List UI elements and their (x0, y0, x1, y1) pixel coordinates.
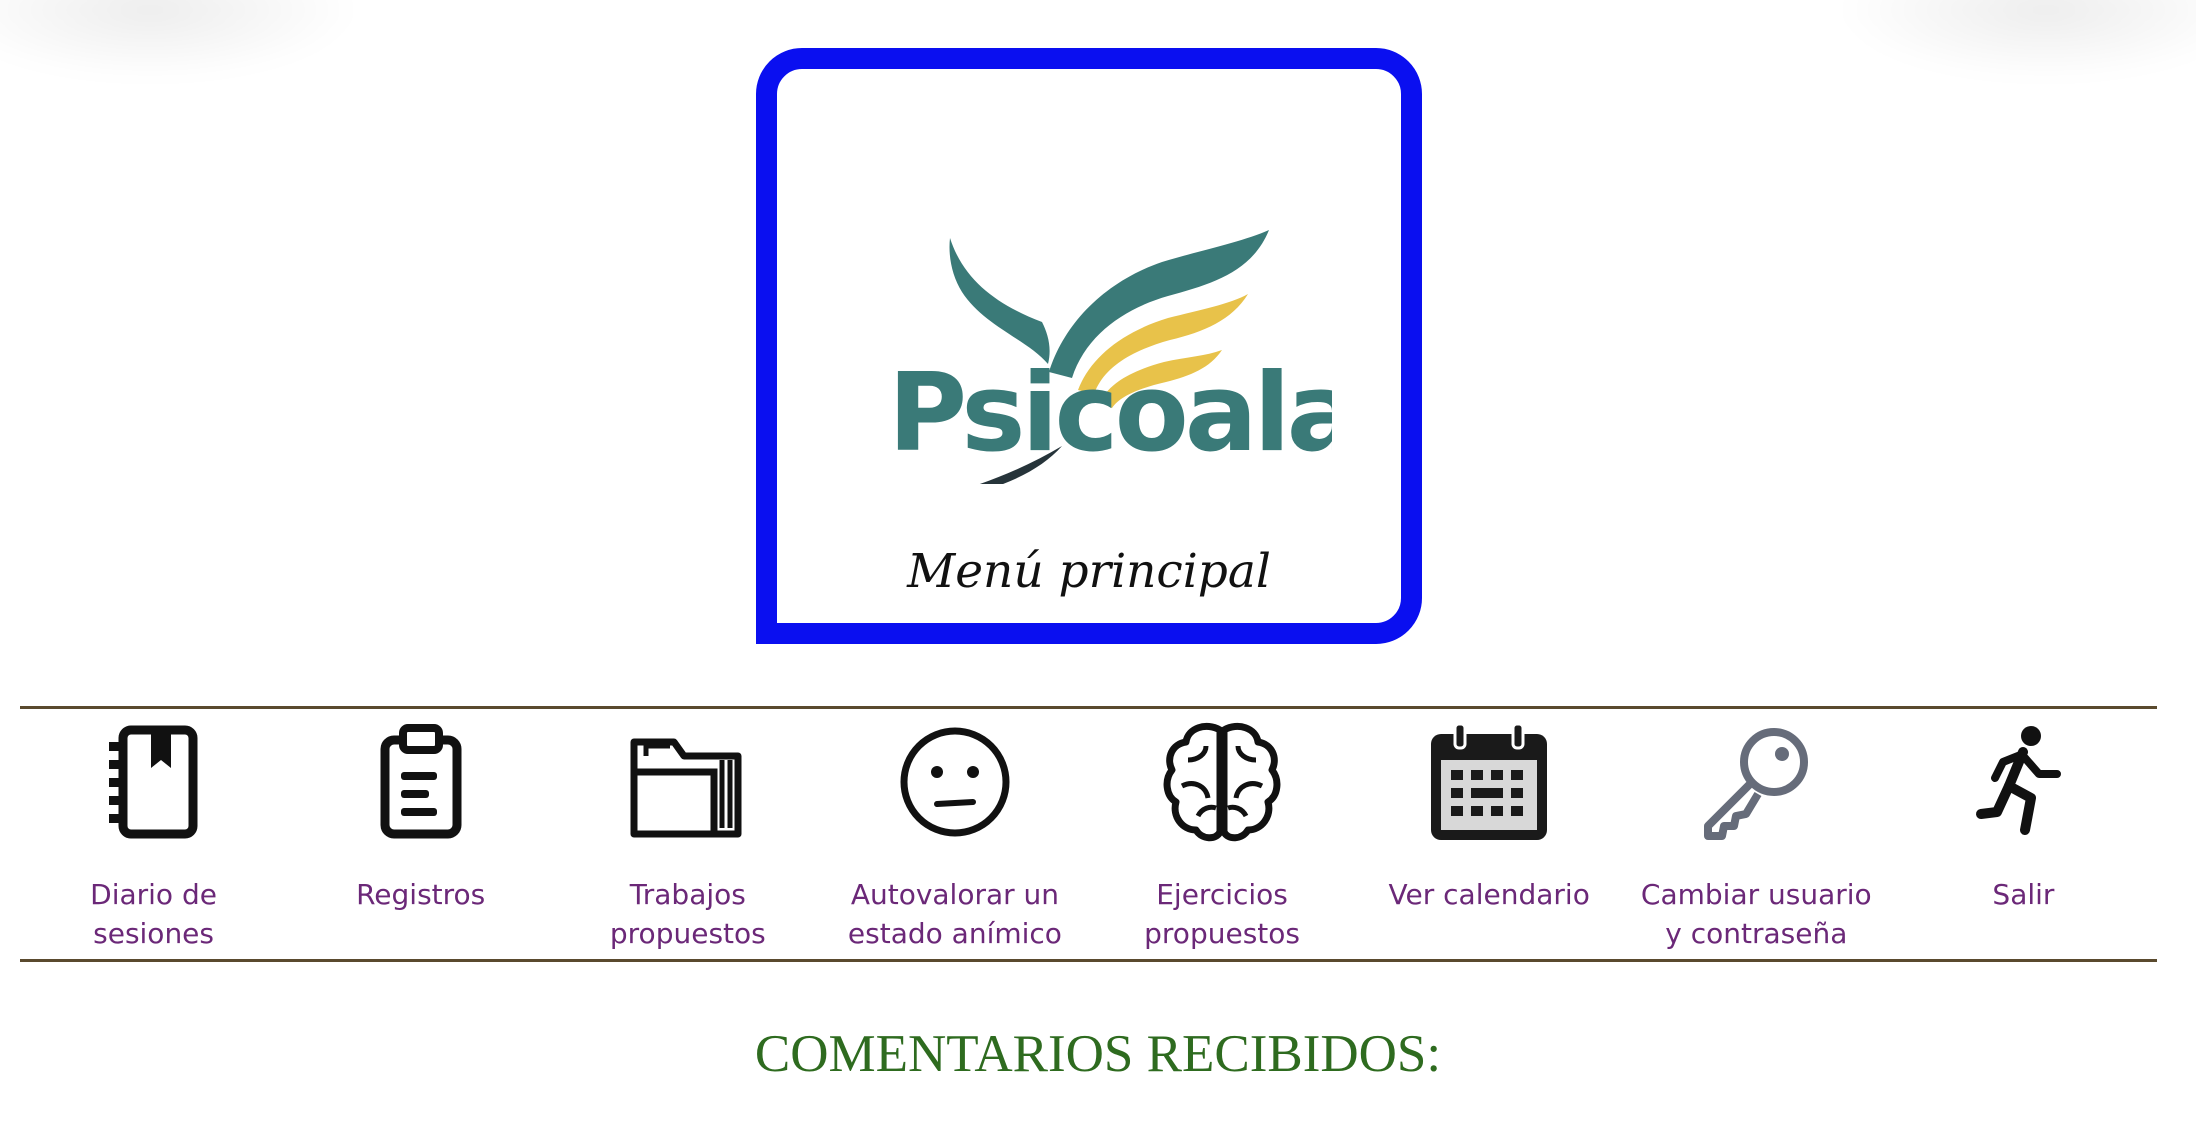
menu-item-cambiar-usuario[interactable]: Cambiar usuario y contraseña (1623, 709, 1890, 959)
svg-text:Psicoalas: Psicoalas (888, 351, 1332, 476)
neutral-face-icon (890, 717, 1020, 847)
menu-item-label: Salir (1992, 878, 2055, 911)
menu-item-ejercicios-propuestos[interactable]: Ejercicios propuestos (1089, 709, 1356, 959)
key-icon (1691, 717, 1821, 847)
main-menu-bar: Diario de sesiones Registros Trabajos pr (20, 706, 2157, 962)
menu-item-label: Registros (356, 878, 486, 911)
brain-icon (1157, 717, 1287, 847)
logo-card: Psicoalas Menú principal (756, 48, 1422, 644)
menu-item-label: Autovalorar un estado anímico (847, 878, 1062, 950)
menu-caption: Menú principal (907, 544, 1271, 599)
notebook-icon (89, 717, 219, 847)
menu-item-label: Ver calendario (1388, 878, 1590, 911)
menu-item-trabajos-propuestos[interactable]: Trabajos propuestos (554, 709, 821, 959)
menu-item-autovalorar[interactable]: Autovalorar un estado anímico (821, 709, 1088, 959)
running-person-icon (1958, 717, 2088, 847)
menu-item-label: Cambiar usuario y contraseña (1640, 878, 1872, 950)
menu-item-ver-calendario[interactable]: Ver calendario (1356, 709, 1623, 959)
comments-heading: COMENTARIOS RECIBIDOS: (754, 1025, 1442, 1083)
menu-item-diario-de-sesiones[interactable]: Diario de sesiones (20, 709, 287, 959)
menu-item-registros[interactable]: Registros (287, 709, 554, 959)
menu-item-label: Trabajos propuestos (609, 878, 766, 950)
calendar-icon (1424, 717, 1554, 847)
top-left-shadow (0, 0, 360, 80)
clipboard-icon (356, 717, 486, 847)
folder-icon (623, 717, 753, 847)
top-right-shadow (1836, 0, 2196, 80)
menu-item-label: Diario de sesiones (90, 878, 217, 950)
menu-item-salir[interactable]: Salir (1890, 709, 2157, 959)
psicoalas-logo: Psicoalas (888, 230, 1332, 484)
menu-item-label: Ejercicios propuestos (1144, 878, 1300, 950)
